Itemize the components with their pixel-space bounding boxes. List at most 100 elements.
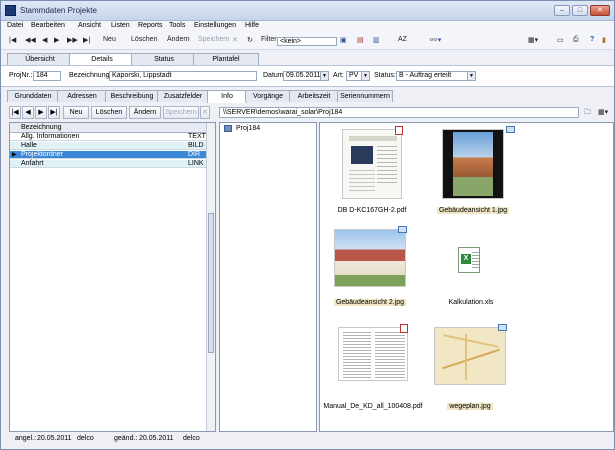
refresh-icon[interactable]: ↻ — [247, 36, 253, 44]
menu-datei[interactable]: Datei — [7, 22, 23, 29]
help-icon[interactable]: ? — [590, 36, 594, 43]
tab-adressen[interactable]: Adressen — [57, 90, 107, 102]
filter-set-icon[interactable]: ▤ — [357, 36, 364, 44]
sort-az-button[interactable]: AZ — [398, 36, 407, 43]
tab-grunddaten[interactable]: Grunddaten — [7, 90, 59, 102]
bezeichnung-field[interactable]: Kaporski, Lippstadt — [109, 71, 257, 81]
layout-icon[interactable]: ▭ — [557, 36, 564, 44]
file-item[interactable]: DB D-KC167GH-2.pdf — [338, 126, 406, 214]
chevron-down-icon[interactable]: ▼ — [467, 72, 475, 80]
menu-listen[interactable]: Listen — [111, 22, 130, 29]
speichern-button[interactable]: Speichern — [198, 36, 230, 43]
filter-search-icon[interactable]: ▣ — [340, 36, 347, 44]
maximize-button[interactable]: □ — [572, 5, 588, 16]
folder-path-field[interactable]: \\SERVER\demos\warai_solar\Proj184 — [219, 107, 579, 118]
menu-einstellungen[interactable]: Einstellungen — [194, 22, 236, 29]
status-value: B - Auftrag erteilt — [399, 72, 452, 79]
tab-zusatzfelder[interactable]: Zusatzfelder — [157, 90, 209, 102]
binoculars-icon[interactable]: 👓▾ — [429, 36, 441, 44]
datum-field[interactable]: 09.05.2011 ▼ — [283, 71, 329, 81]
row-name: Projektordner — [21, 151, 64, 158]
pdf-icon — [400, 324, 408, 333]
angel-date: 20.05.2011 — [37, 435, 72, 442]
filter-value: <kein> — [280, 38, 302, 45]
file-item[interactable]: Gebäudeansicht 1.jpg — [436, 126, 515, 214]
row-type: LINK — [188, 160, 204, 167]
table-row[interactable]: Halle BILD — [10, 142, 207, 150]
bezeichnung-label: Bezeichnung: — [69, 72, 112, 79]
tab-plantafel[interactable]: Plantafel — [193, 53, 259, 65]
column-header-bezeichnung[interactable]: Bezeichnung — [21, 124, 61, 131]
menu-bearbeiten[interactable]: Bearbeiten — [31, 22, 65, 29]
aendern-button[interactable]: Ändern — [167, 36, 190, 43]
info-aendern-button[interactable]: Ändern — [129, 106, 161, 119]
menu-ansicht[interactable]: Ansicht — [78, 22, 101, 29]
next-record-icon[interactable]: ▶ — [35, 106, 47, 119]
grid-header: Bezeichnung — [10, 123, 207, 133]
menu-hilfe[interactable]: Hilfe — [245, 22, 259, 29]
image-icon — [498, 324, 507, 331]
last-record-icon[interactable]: ▶| — [48, 106, 60, 119]
row-type: BILD — [188, 142, 204, 149]
scrollbar-thumb[interactable] — [208, 213, 214, 353]
tab-vorgaenge[interactable]: Vorgänge — [245, 90, 291, 102]
status-select[interactable]: B - Auftrag erteilt ▼ — [396, 71, 476, 81]
loeschen-button[interactable]: Löschen — [131, 36, 157, 43]
neu-button[interactable]: Neu — [103, 36, 116, 43]
row-pointer-icon: ▶ — [12, 152, 17, 158]
close-button[interactable]: ✕ — [590, 5, 610, 16]
tab-info[interactable]: Info — [207, 90, 247, 103]
tree-item-proj184[interactable]: Proj184 — [236, 125, 260, 132]
table-row-selected[interactable]: ▶ Projektordner DIR — [10, 151, 207, 159]
pdf-thumbnail — [338, 327, 408, 381]
grid-scrollbar[interactable] — [206, 123, 215, 431]
tab-arbeitszeit[interactable]: Arbeitszeit — [289, 90, 339, 102]
title-bar: Stammdaten Projekte – □ ✕ — [1, 1, 614, 21]
tab-beschreibung[interactable]: Beschreibung — [105, 90, 159, 102]
first-record-icon[interactable]: |◀ — [9, 36, 16, 44]
projnr-field[interactable]: 184 — [33, 71, 61, 81]
view-mode-icon[interactable]: ▦▾ — [598, 108, 608, 116]
next-page-icon[interactable]: ▶▶ — [67, 36, 78, 44]
art-select[interactable]: PV ▼ — [346, 71, 370, 81]
last-record-icon[interactable]: ▶| — [83, 36, 90, 44]
file-item[interactable]: Manual_De_KD_all_100408.pdf — [323, 324, 423, 410]
project-header: ProjNr.: 184 Bezeichnung: Kaporski, Lipp… — [1, 65, 614, 87]
prev-record-icon[interactable]: ◀ — [22, 106, 34, 119]
row-name: Halle — [21, 142, 37, 149]
excel-file-icon: X — [458, 247, 480, 273]
tab-status[interactable]: Status — [131, 53, 197, 65]
filter-edit-icon[interactable]: ▥ — [373, 36, 380, 44]
tab-uebersicht[interactable]: Übersicht — [7, 53, 73, 65]
chevron-down-icon[interactable]: ▼ — [361, 72, 369, 80]
info-neu-button[interactable]: Neu — [63, 106, 89, 119]
main-tabs: Übersicht Details Status Plantafel — [7, 53, 267, 66]
image-thumbnail — [434, 327, 506, 385]
info-speichern-button[interactable]: Speichern — [163, 106, 199, 119]
info-cancel-icon[interactable]: ✕ — [200, 106, 210, 119]
table-row[interactable]: Allg. Informationen TEXT — [10, 133, 207, 141]
chevron-down-icon[interactable]: ▼ — [320, 72, 328, 80]
folder-browse-icon[interactable]: 🗀 — [584, 108, 591, 119]
calculator-icon[interactable]: ▦▾ — [528, 36, 538, 44]
prev-record-icon[interactable]: ◀ — [42, 36, 47, 44]
file-item[interactable]: X Kalkulation.xls — [449, 247, 493, 306]
first-record-icon[interactable]: |◀ — [9, 106, 21, 119]
projnr-label: ProjNr.: — [9, 72, 33, 79]
file-item[interactable]: wegeplan.jpg — [434, 324, 507, 410]
info-loeschen-button[interactable]: Löschen — [91, 106, 127, 119]
menu-reports[interactable]: Reports — [138, 22, 163, 29]
prev-page-icon[interactable]: ◀◀ — [25, 36, 36, 44]
tab-seriennummern[interactable]: Seriennummern — [337, 90, 393, 102]
table-row[interactable]: Anfahrt LINK — [10, 160, 207, 168]
menu-tools[interactable]: Tools — [169, 22, 185, 29]
next-record-icon[interactable]: ▶ — [54, 36, 59, 44]
cancel-icon[interactable]: ✕ — [232, 36, 238, 44]
status-label: Status: — [374, 72, 396, 79]
minimize-button[interactable]: – — [554, 5, 570, 16]
filter-select[interactable]: <kein> — [277, 37, 337, 46]
file-item[interactable]: Gebäudeansicht 2.jpg — [333, 226, 407, 306]
file-name: Gebäudeansicht 1.jpg — [436, 207, 510, 214]
print-icon[interactable]: ⎙ — [573, 36, 579, 44]
exit-icon[interactable]: ▮ — [602, 36, 606, 44]
